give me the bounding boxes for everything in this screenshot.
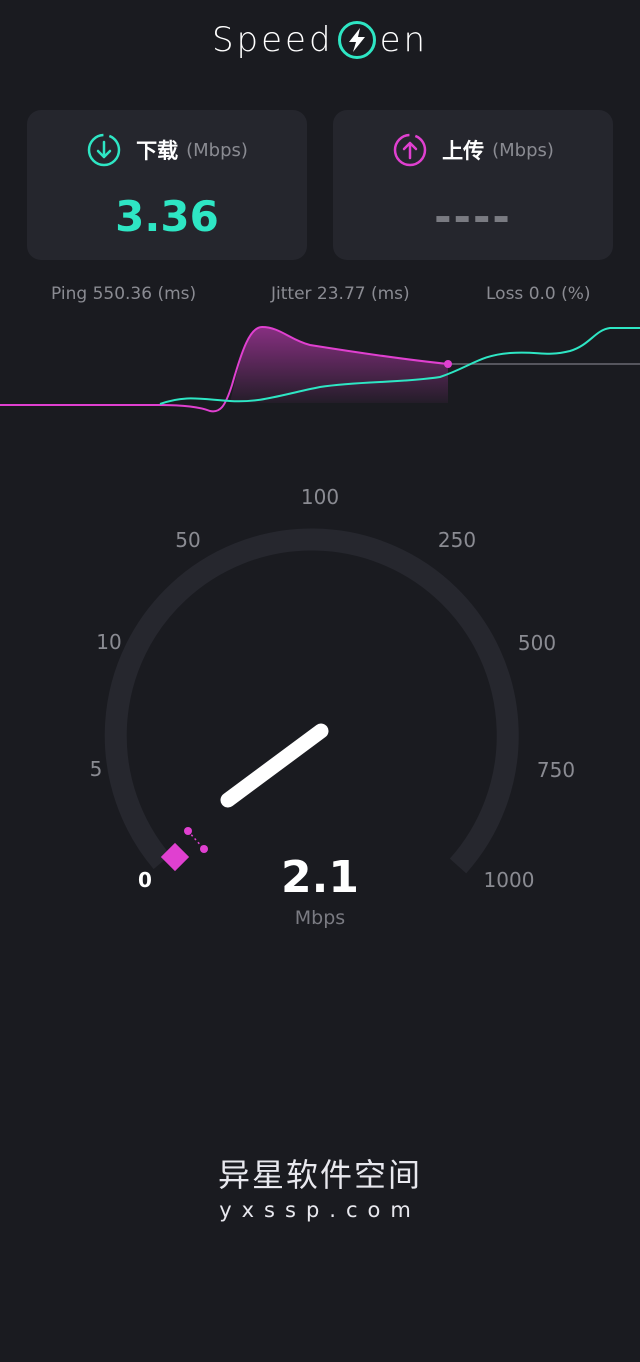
gauge-tick-label: 5 xyxy=(90,757,103,781)
upload-circle-icon xyxy=(393,133,427,167)
logo-text-right: en xyxy=(379,20,429,60)
gauge-start-marker xyxy=(160,842,190,872)
gauge-tick-label: 500 xyxy=(518,631,556,655)
loss-stat: Loss 0.0 (%) xyxy=(486,284,591,304)
upload-unit: (Mbps) xyxy=(492,139,554,161)
stats-row: Ping 550.36 (ms) Jitter 23.77 (ms) Loss … xyxy=(0,284,640,306)
download-card: 下载 (Mbps) 3.36 xyxy=(27,110,307,260)
speed-gauge: 0 5 10 50 100 250 500 750 1000 2.1 Mbps xyxy=(90,485,575,929)
gauge-tick-label: 250 xyxy=(438,528,476,552)
app-logo: Speed en xyxy=(0,18,640,62)
download-area xyxy=(230,327,448,403)
gauge-tick-label: 10 xyxy=(96,630,121,654)
jitter-stat: Jitter 23.77 (ms) xyxy=(271,284,410,304)
download-unit: (Mbps) xyxy=(186,139,248,161)
gauge-unit: Mbps xyxy=(295,907,345,929)
download-value: 3.36 xyxy=(115,192,219,241)
watermark-en: yxssp.com xyxy=(219,1198,421,1222)
gauge-tick-label: 100 xyxy=(301,485,339,509)
download-circle-icon xyxy=(87,133,121,167)
download-label: 下载 xyxy=(136,139,179,163)
gauge-tick-label: 50 xyxy=(175,528,200,552)
gauge-tick-label: 750 xyxy=(537,758,575,782)
speed-history-chart xyxy=(0,325,640,413)
upload-card: 上传 (Mbps) ---- xyxy=(333,110,613,260)
gauge-tick-label: 1000 xyxy=(484,868,535,892)
logo-text-left: Speed xyxy=(211,20,334,60)
gauge-value: 2.1 xyxy=(281,852,359,903)
gauge-needle xyxy=(220,723,329,808)
watermark: 异星软件空间 yxssp.com xyxy=(0,1150,640,1222)
gauge-tick-label: 0 xyxy=(138,868,152,892)
upload-value: ---- xyxy=(434,192,512,241)
ping-stat: Ping 550.36 (ms) xyxy=(51,284,197,304)
watermark-cn: 异星软件空间 xyxy=(217,1156,422,1194)
download-line-end xyxy=(444,360,452,368)
lightning-bolt-icon xyxy=(337,21,376,59)
gauge-track xyxy=(104,528,519,874)
upload-label: 上传 xyxy=(442,139,485,163)
